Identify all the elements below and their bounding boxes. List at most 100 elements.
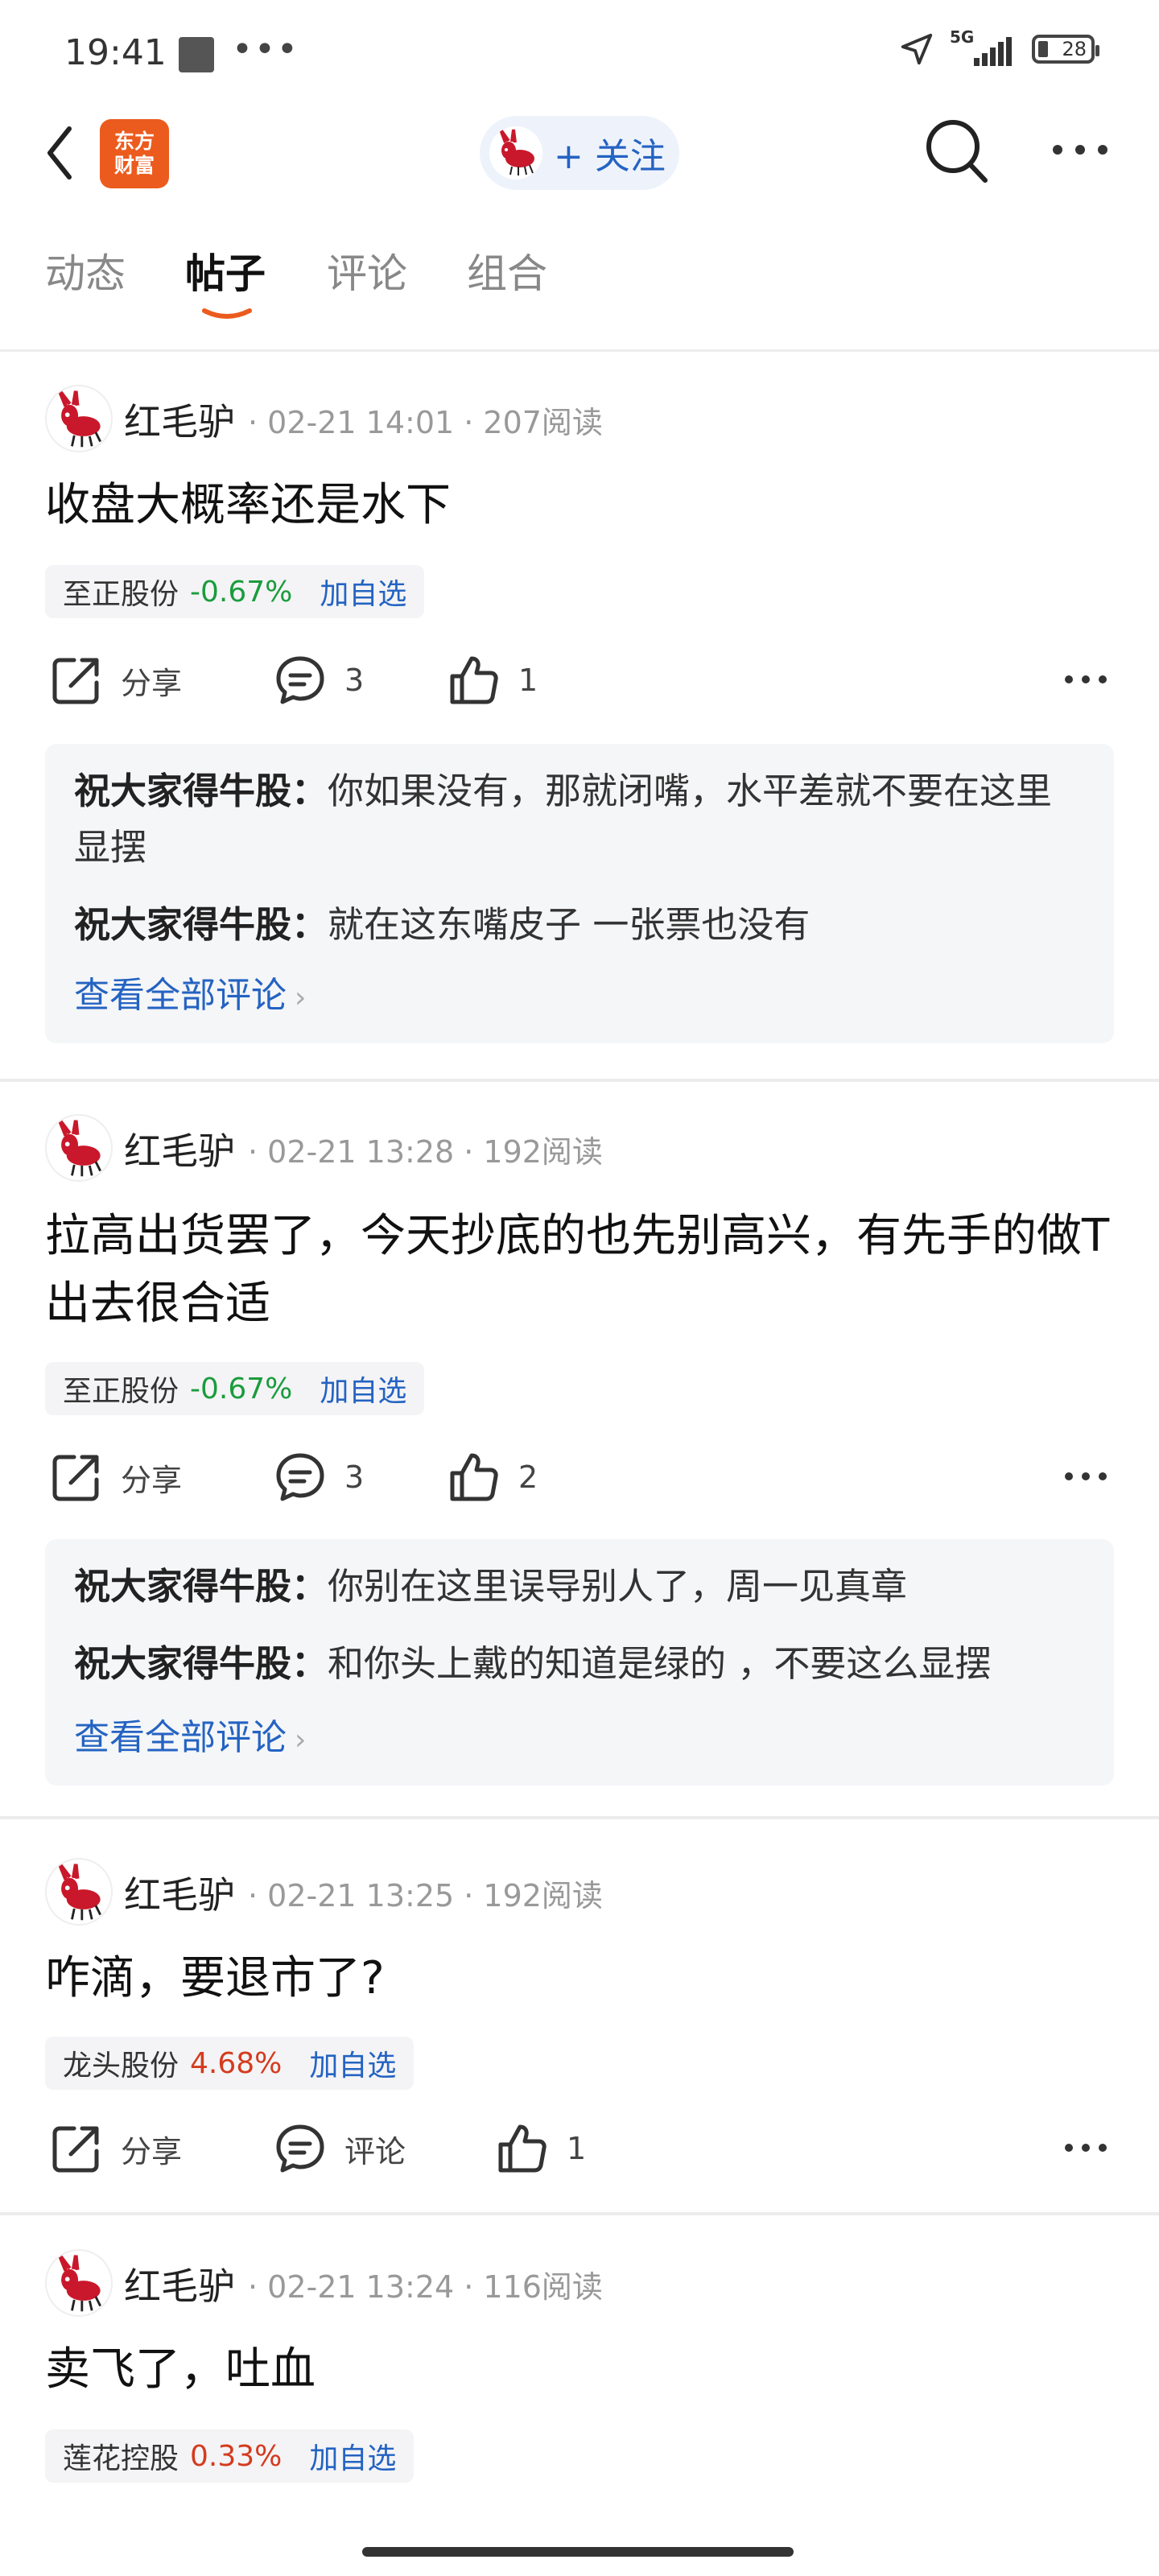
view-all-comments-link[interactable]: 查看全部评论 › [74,968,1085,1026]
author-name[interactable]: 红毛驴 [124,393,235,446]
signal-indicator: 5G [950,27,1017,68]
like-button[interactable]: 1 [496,2122,586,2175]
comment-item: 祝大家得牛股：就在这东嘴皮子 一张票也没有 [74,897,1085,953]
post-more-icon[interactable] [1064,2141,1107,2154]
post-card[interactable]: 红毛驴 · 02-21 13:24 · 116阅读 卖飞了，吐血 莲花控股 0.… [0,2215,1159,2537]
stock-change: -0.67% [190,1372,293,1406]
comment-user[interactable]: 祝大家得牛股： [74,770,328,812]
home-indicator[interactable] [362,2547,794,2557]
share-button[interactable]: 分享 [50,1451,182,1504]
comment-user[interactable]: 祝大家得牛股： [74,1565,328,1608]
comment-button[interactable]: 评论 [274,2122,406,2175]
search-icon[interactable] [922,116,993,188]
thumbs-up-icon [498,2124,547,2173]
stock-change: 4.68% [190,2046,283,2080]
post-meta: · 02-21 13:24 · 116阅读 [248,2269,603,2305]
notification-square-icon [179,37,214,72]
profile-tabs: 动态 帖子 评论 组合 [0,217,1159,319]
chevron-right-icon: › [295,981,307,1014]
post-card[interactable]: 红毛驴 · 02-21 13:28 · 192阅读 拉高出货罢了，今天抄底的也先… [0,1082,1159,1814]
active-tab-indicator [202,308,252,319]
thumbs-up-icon [450,1453,498,1501]
post-more-icon[interactable] [1064,1470,1107,1483]
comment-button[interactable]: 3 [274,1451,364,1504]
add-watchlist-button[interactable]: 加自选 [309,2435,396,2477]
tab-portfolio[interactable]: 组合 [467,242,547,299]
avatar[interactable] [45,1114,113,1182]
add-watchlist-button[interactable]: 加自选 [320,571,406,613]
post-title[interactable]: 咋滴，要退市了? [45,1945,1116,2013]
status-right: 5G 28 [898,27,1099,68]
divider [0,349,1159,352]
post-meta: · 02-21 13:25 · 192阅读 [248,1878,603,1913]
comment-text: 你别在这里误导别人了，周一见真章 [328,1565,908,1608]
comment-button[interactable]: 3 [274,654,364,707]
comment-item: 祝大家得牛股：你别在这里误导别人了，周一见真章 [74,1558,1085,1615]
view-all-comments-link[interactable]: 查看全部评论 › [74,1710,1085,1769]
chevron-right-icon: › [295,1724,307,1757]
post-title[interactable]: 收盘大概率还是水下 [45,472,1116,539]
follow-button[interactable]: + 关注 [480,116,679,190]
status-bar: 19:41 ••• 5G 28 [0,0,1159,105]
donkey-avatar-icon [57,1863,101,1921]
stock-name: 至正股份 [63,1375,179,1408]
comment-icon [276,656,324,704]
status-dots: ••• [232,29,299,70]
share-label: 分享 [121,2133,183,2169]
donkey-avatar-icon [499,128,534,175]
like-count: 2 [518,1459,538,1495]
comment-count: 3 [344,663,365,698]
stock-change: 0.33% [190,2439,283,2473]
more-menu-icon[interactable] [1051,142,1109,158]
comment-preview-box[interactable]: 祝大家得牛股：你如果没有，那就闭嘴，水平差就不要在这里显摆 祝大家得牛股：就在这… [45,744,1114,1043]
share-label: 分享 [121,665,183,701]
tab-dongtai[interactable]: 动态 [45,242,126,299]
share-icon [52,1455,99,1501]
add-watchlist-button[interactable]: 加自选 [309,2042,396,2084]
status-time: 19:41 [64,32,167,73]
author-name[interactable]: 红毛驴 [124,2257,235,2310]
like-count: 1 [518,663,538,698]
post-title[interactable]: 卖飞了，吐血 [45,2336,1116,2404]
post-card[interactable]: 红毛驴 · 02-21 13:25 · 192阅读 咋滴，要退市了? 龙头股份 … [0,1819,1159,2214]
stock-tag[interactable]: 龙头股份 4.68% 加自选 [45,2037,415,2090]
battery-icon: 28 [1032,35,1099,64]
comment-preview-box[interactable]: 祝大家得牛股：你别在这里误导别人了，周一见真章 祝大家得牛股：和你头上戴的知道是… [45,1539,1114,1785]
tab-comments[interactable]: 评论 [327,242,407,299]
avatar[interactable] [45,1858,113,1926]
comment-user[interactable]: 祝大家得牛股： [74,1642,328,1685]
tab-posts[interactable]: 帖子 [185,242,266,299]
avatar[interactable] [45,385,113,452]
add-watchlist-button[interactable]: 加自选 [320,1368,406,1410]
comment-item: 祝大家得牛股：和你头上戴的知道是绿的 ，不要这么显摆 [74,1636,1085,1692]
share-icon [52,2126,99,2173]
avatar[interactable] [45,2249,113,2317]
battery-level: 28 [1062,38,1087,60]
stock-tag[interactable]: 莲花控股 0.33% 加自选 [45,2429,415,2483]
stock-tag[interactable]: 至正股份 -0.67% 加自选 [45,1362,425,1415]
post-title[interactable]: 拉高出货罢了，今天抄底的也先别高兴，有先手的做T出去很合适 [45,1203,1116,1338]
comment-text: 就在这东嘴皮子 一张票也没有 [328,903,810,946]
comment-icon [276,2124,324,2173]
stock-name: 龙头股份 [63,2050,179,2083]
stock-name: 莲花控股 [63,2442,179,2475]
comment-text: 和你头上戴的知道是绿的 ，不要这么显摆 [328,1642,992,1685]
like-button[interactable]: 2 [448,1451,538,1504]
post-more-icon[interactable] [1064,673,1107,686]
post-card[interactable]: 红毛驴 · 02-21 14:01 · 207阅读 收盘大概率还是水下 至正股份… [0,354,1159,1079]
share-button[interactable]: 分享 [50,2122,182,2175]
stock-tag[interactable]: 至正股份 -0.67% 加自选 [45,565,425,618]
donkey-avatar-icon [57,2254,101,2312]
author-name[interactable]: 红毛驴 [124,1866,235,1919]
share-icon [52,658,99,704]
like-button[interactable]: 1 [448,654,538,707]
thumbs-up-icon [450,656,498,704]
share-button[interactable]: 分享 [50,654,182,707]
user-avatar-small [489,126,542,180]
back-chevron-icon[interactable] [43,122,76,184]
post-meta: · 02-21 13:28 · 192阅读 [248,1134,603,1170]
follow-label: + 关注 [554,136,666,177]
author-name[interactable]: 红毛驴 [124,1122,235,1175]
comment-icon [276,1453,324,1501]
comment-user[interactable]: 祝大家得牛股： [74,903,328,946]
